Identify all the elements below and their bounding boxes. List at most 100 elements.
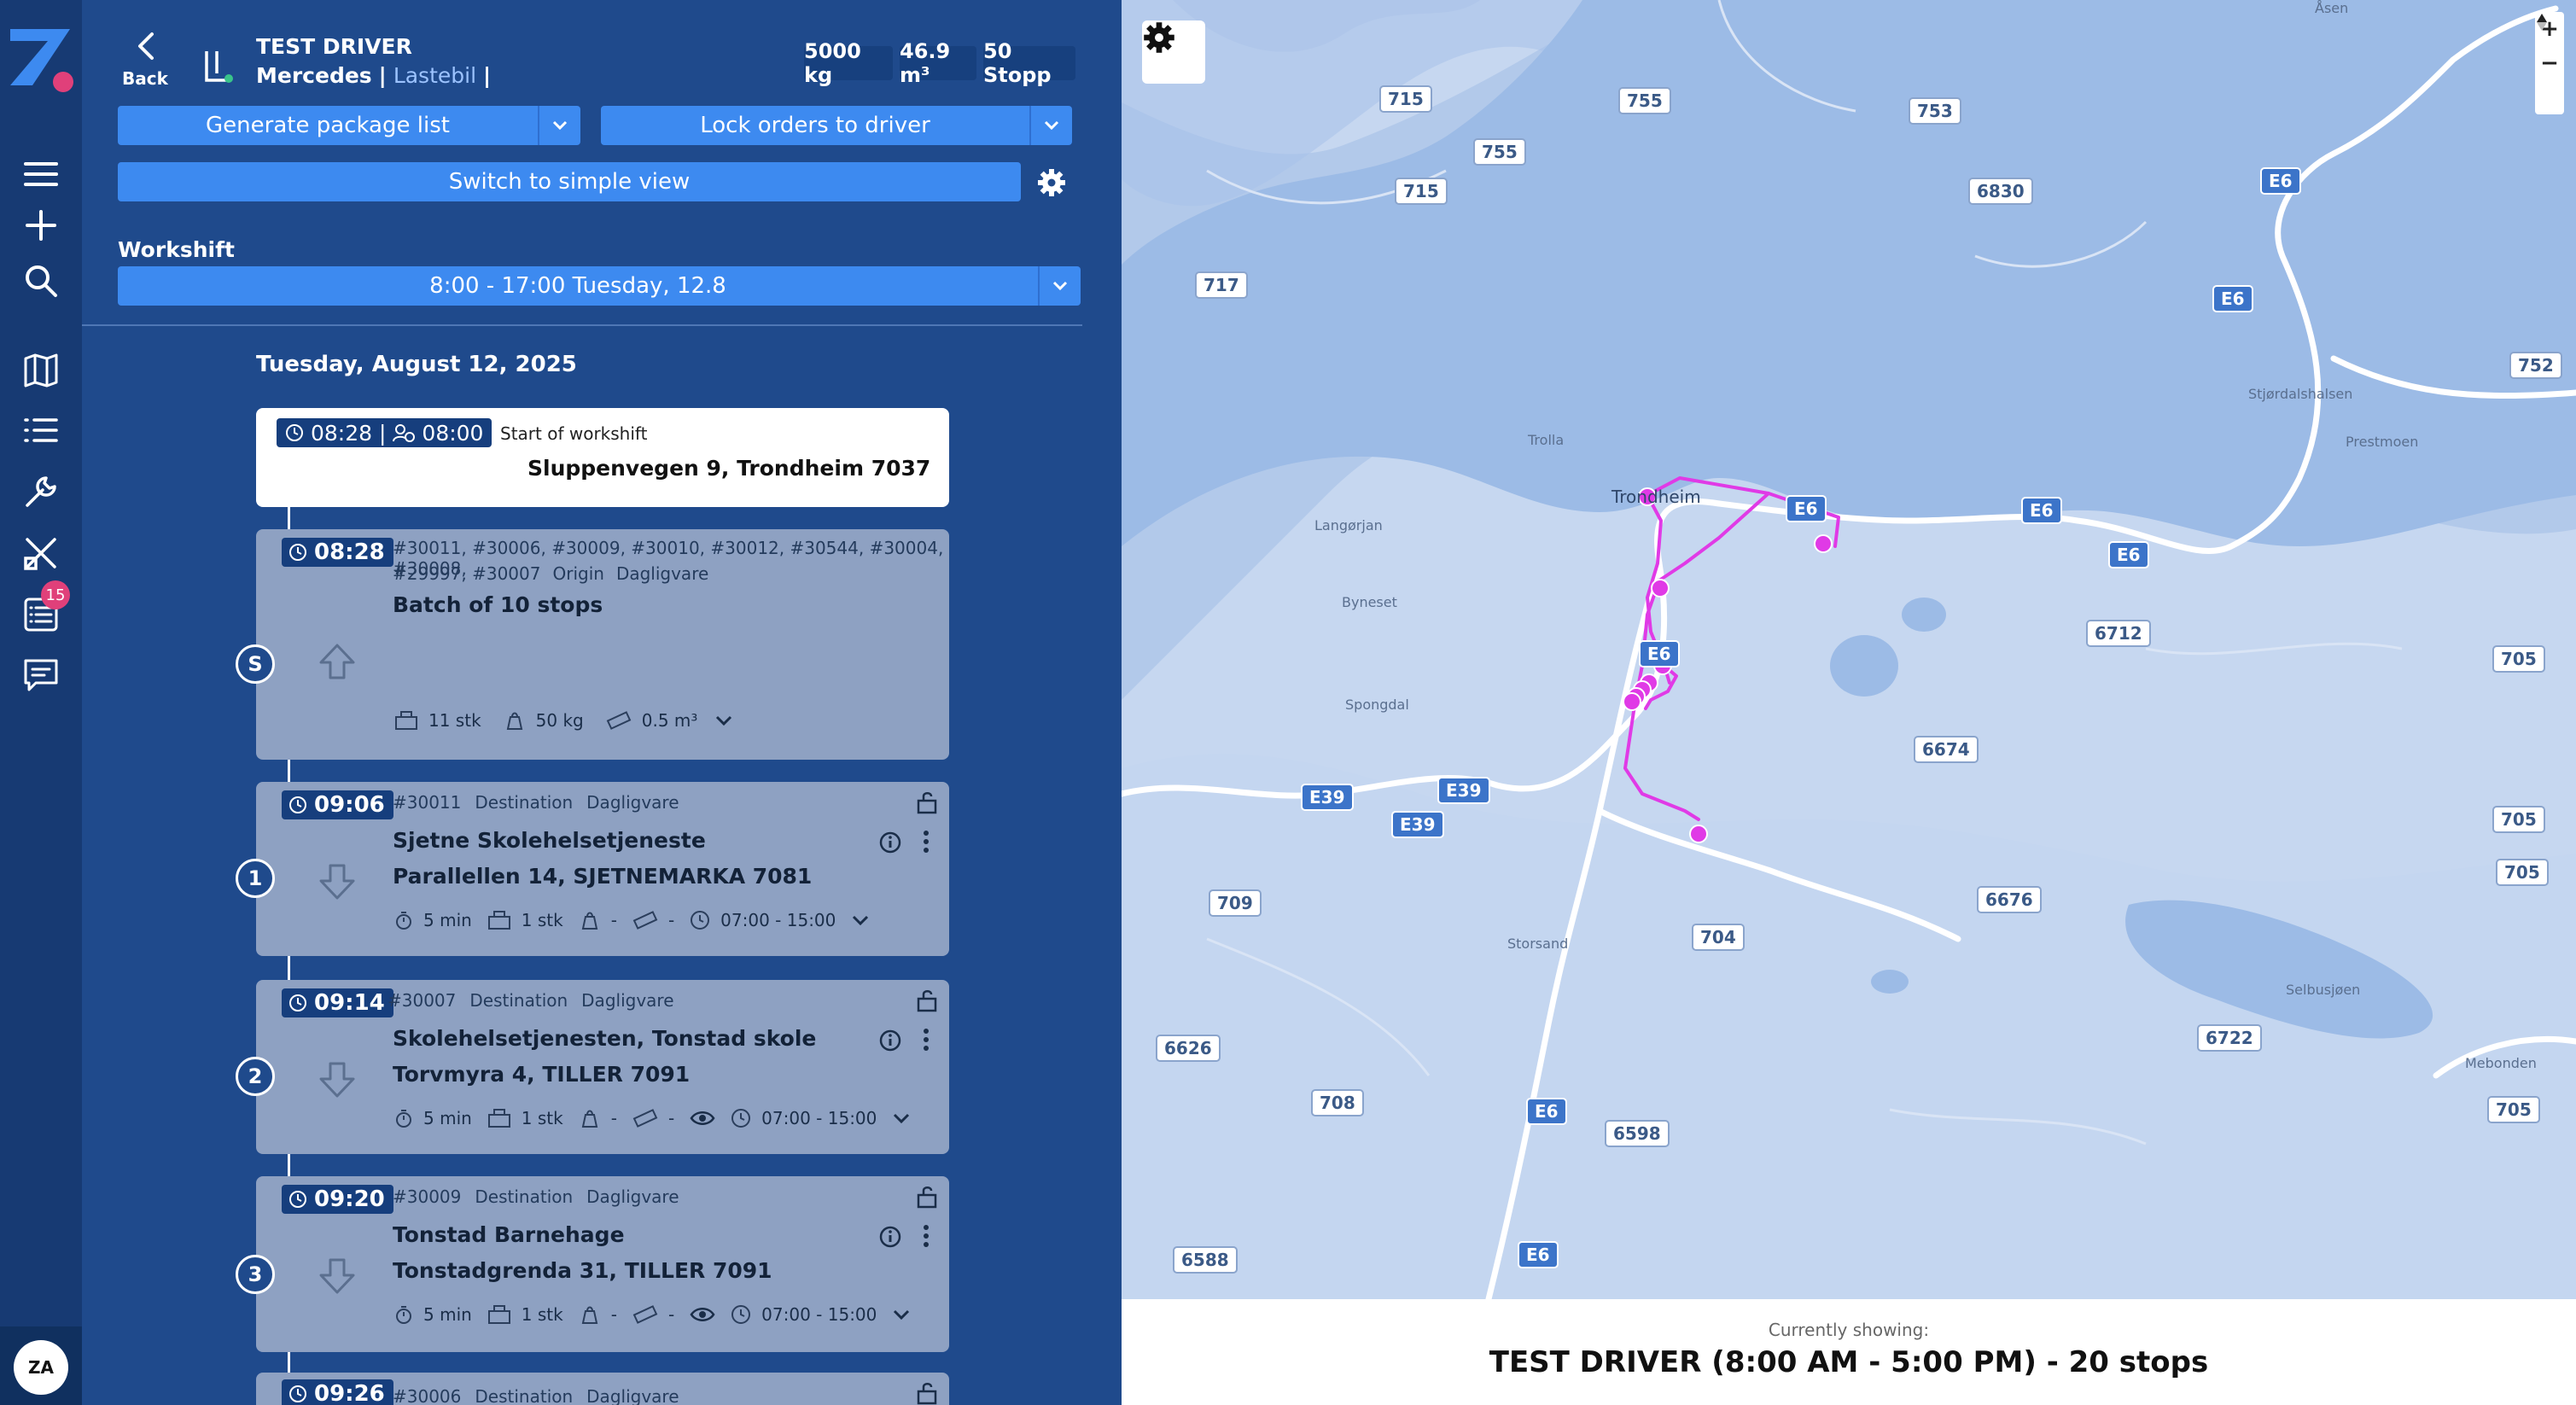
- stop-volume: -: [667, 1304, 675, 1325]
- stop-time: 09:20: [314, 1186, 385, 1212]
- chevron-down-icon[interactable]: [851, 914, 870, 926]
- stop-name: Tonstad Barnehage: [393, 1222, 625, 1247]
- road-label: 753: [1909, 97, 1961, 125]
- start-time: 08:28 |: [311, 420, 387, 446]
- stop-card[interactable]: 09:26 #30006 Destination Dagligvare: [256, 1373, 949, 1405]
- add-icon[interactable]: [20, 205, 61, 246]
- batch-marker: S: [236, 644, 275, 684]
- stop-kind: Destination: [475, 1186, 574, 1207]
- stop-kind: Destination: [469, 990, 568, 1011]
- workshift-select[interactable]: 8:00 - 17:00 Tuesday, 12.8: [118, 266, 1081, 306]
- info-icon[interactable]: [879, 1226, 901, 1248]
- chevron-down-icon[interactable]: [714, 714, 733, 726]
- zoom-out-button[interactable]: −: [2535, 46, 2564, 80]
- more-icon[interactable]: [922, 1224, 930, 1248]
- start-card[interactable]: 08:28 | 08:00 Start of workshift Sluppen…: [256, 408, 949, 507]
- app-logo[interactable]: [7, 26, 75, 94]
- avatar[interactable]: ZA: [14, 1340, 68, 1395]
- stop-card[interactable]: 09:20 #30009 Destination Dagligvare Tons…: [256, 1176, 949, 1352]
- start-label: Start of workshift: [500, 423, 648, 444]
- list-icon[interactable]: [20, 410, 61, 451]
- unlock-icon[interactable]: [915, 1381, 939, 1405]
- back-label: Back: [122, 68, 168, 89]
- driver-clock-icon: [393, 424, 416, 442]
- stop-order: #30006: [393, 1386, 462, 1405]
- place-label: Trolla: [1528, 432, 1565, 448]
- unlock-icon[interactable]: [915, 1185, 939, 1209]
- clock-icon: [289, 544, 306, 561]
- chat-icon[interactable]: [20, 654, 61, 695]
- stop-meta: #30007 Destination Dagligvare: [388, 990, 674, 1011]
- capacity-stops: 50 Stopp: [983, 39, 1075, 87]
- stop-duration: 5 min: [423, 910, 472, 930]
- stop-card[interactable]: 09:14 #30007 Destination Dagligvare Skol…: [256, 980, 949, 1154]
- tools-icon[interactable]: [20, 533, 61, 574]
- batch-card[interactable]: 08:28 #30011, #30006, #30009, #30010, #3…: [256, 529, 949, 760]
- info-icon[interactable]: [879, 1029, 901, 1052]
- road-label: 6598: [1605, 1120, 1670, 1147]
- road-label: 704: [1692, 924, 1745, 951]
- road-label: E6: [2108, 541, 2149, 568]
- place-label: Åsen: [2315, 0, 2349, 16]
- lock-label: Lock orders to driver: [700, 113, 930, 138]
- more-icon[interactable]: [922, 830, 930, 854]
- unlock-icon[interactable]: [915, 790, 939, 814]
- batch-kind: Origin: [552, 563, 604, 584]
- eye-icon[interactable]: [690, 1109, 715, 1128]
- chevron-down-icon[interactable]: [1038, 266, 1081, 306]
- stop-time-badge: 09:06: [282, 790, 393, 819]
- map-icon[interactable]: [20, 350, 61, 391]
- road-label: 6676: [1977, 886, 2042, 913]
- lock-orders-button[interactable]: Lock orders to driver: [601, 106, 1072, 145]
- road-label: 6626: [1156, 1035, 1221, 1062]
- start-time-badge: 08:28 | 08:00: [277, 418, 492, 447]
- compass-button[interactable]: [2535, 14, 2564, 114]
- currently-showing-label: Currently showing:: [1768, 1320, 1930, 1340]
- generate-label: Generate package list: [206, 113, 450, 138]
- stop-card[interactable]: 09:06 #30011 Destination Dagligvare Sjet…: [256, 782, 949, 956]
- generate-package-list-button[interactable]: Generate package list: [118, 106, 580, 145]
- back-button[interactable]: Back: [119, 29, 171, 89]
- compass-icon: [2537, 14, 2547, 31]
- chevron-down-icon[interactable]: [892, 1309, 911, 1320]
- road-label: E6: [2212, 285, 2253, 312]
- ruler-icon: [606, 711, 632, 730]
- road-label: 708: [1311, 1089, 1364, 1116]
- ruler-icon: [632, 1305, 658, 1324]
- road-label: E39: [1437, 777, 1490, 804]
- road-label: 6674: [1914, 736, 1979, 763]
- route-map[interactable]: 715 755 753 715 755 6830 717 752 6712 70…: [1122, 0, 2576, 1299]
- chevron-down-icon[interactable]: [892, 1112, 911, 1124]
- divider: [82, 324, 1082, 326]
- stop-qty: 1 stk: [521, 1304, 563, 1325]
- road-label: 6722: [2197, 1024, 2262, 1052]
- gear-icon[interactable]: [1036, 167, 1067, 198]
- more-icon[interactable]: [922, 1028, 930, 1052]
- stop-kind: Destination: [475, 1386, 574, 1405]
- chevron-down-icon[interactable]: [538, 106, 580, 145]
- unlock-icon[interactable]: [915, 988, 939, 1012]
- info-icon[interactable]: [879, 831, 901, 854]
- search-icon[interactable]: [20, 260, 61, 301]
- eye-icon[interactable]: [690, 1305, 715, 1324]
- simple-view-button[interactable]: Switch to simple view: [118, 162, 1021, 201]
- vehicle-line: Mercedes | Lastebil |: [256, 63, 491, 88]
- place-label: Mebonden: [2465, 1055, 2537, 1071]
- stop-volume: -: [667, 910, 675, 930]
- package-icon: [487, 911, 510, 930]
- chevron-down-icon[interactable]: [1029, 106, 1072, 145]
- road-label: 715: [1395, 178, 1448, 205]
- stop-order: #30009: [393, 1186, 462, 1207]
- map-settings-button[interactable]: [1142, 20, 1205, 84]
- stop-qty: 1 stk: [521, 1108, 563, 1128]
- ruler-icon: [632, 911, 658, 930]
- weight-icon: [581, 1306, 597, 1324]
- stop-marker: 1: [236, 859, 275, 898]
- arrow-up-icon: [316, 640, 358, 683]
- icon-rail: 15 ZA: [0, 0, 82, 1405]
- route-panel: Back TEST DRIVER Mercedes | Lastebil | 5…: [82, 0, 1122, 1405]
- road-label: E39: [1301, 784, 1354, 811]
- menu-icon[interactable]: [20, 154, 61, 195]
- package-icon: [487, 1109, 510, 1128]
- wrench-icon[interactable]: [20, 471, 61, 512]
